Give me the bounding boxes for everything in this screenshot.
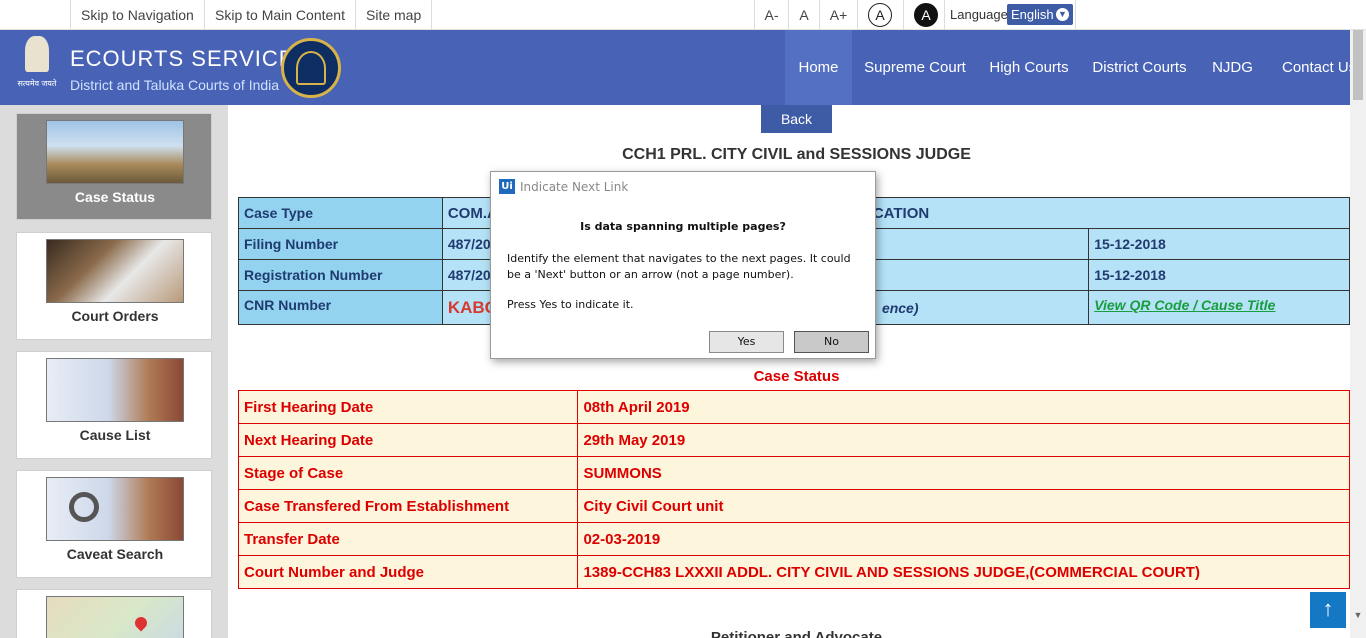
transfer-date-value: 02-03-2019 xyxy=(577,522,1350,556)
first-hearing-value: 08th April 2019 xyxy=(577,390,1350,424)
court-title: CCH1 PRL. CITY CIVIL and SESSIONS JUDGE xyxy=(622,146,971,163)
site-title: ECOURTS SERVICES xyxy=(70,46,311,71)
dialog-titlebar: Ui Indicate Next Link xyxy=(491,172,875,202)
sidebar-item-case-status[interactable]: Case Status xyxy=(16,113,212,220)
site-subtitle: District and Taluka Courts of India xyxy=(70,77,280,93)
court-number-value: 1389-CCH83 LXXXII ADDL. CITY CIVIL AND S… xyxy=(577,555,1350,589)
dialog-question: Is data spanning multiple pages? xyxy=(580,220,786,233)
case-status-table: First Hearing Date 08th April 2019 Next H… xyxy=(237,390,1350,589)
sidebar-item-court-orders[interactable]: Court Orders xyxy=(16,232,212,340)
stage-value: SUMMONS xyxy=(577,456,1350,490)
table-row: First Hearing Date 08th April 2019 xyxy=(237,390,1350,424)
stage-label: Stage of Case xyxy=(237,456,579,490)
dialog-body: Identify the element that navigates to t… xyxy=(507,252,851,281)
next-hearing-value: 29th May 2019 xyxy=(577,423,1350,457)
view-qr-code-link[interactable]: View QR Code / Cause Title xyxy=(1094,297,1275,313)
case-status-heading: Case Status xyxy=(753,368,840,385)
sidebar-item-cause-list[interactable]: Cause List xyxy=(16,351,212,459)
scrollbar-thumb[interactable] xyxy=(1353,30,1363,100)
site-map-link[interactable]: Site map xyxy=(355,0,433,30)
transfer-date-label: Transfer Date xyxy=(237,522,579,556)
sidebar-item-label: Case Status xyxy=(74,189,156,205)
sidebar-item-label: Court Orders xyxy=(71,308,159,324)
national-emblem-logo: सत्यमेव जयते xyxy=(16,36,58,96)
table-row: Case Transfered From Establishment City C… xyxy=(237,489,1350,523)
cause-list-image xyxy=(46,358,184,422)
sidebar-item-label: Caveat Search xyxy=(66,546,164,562)
scroll-to-top-button[interactable]: ↑ xyxy=(1310,592,1346,628)
font-normal-button[interactable]: A xyxy=(788,0,819,30)
dialog-instruction: Press Yes to indicate it. xyxy=(507,298,634,311)
divider xyxy=(857,0,858,30)
site-header: सत्यमेव जयते ECOURTS SERVICES District a… xyxy=(0,30,1366,105)
dialog-title: Indicate Next Link xyxy=(520,180,629,194)
divider xyxy=(944,0,945,30)
magnifier-icon xyxy=(69,492,99,522)
sidebar-item-label: Cause List xyxy=(79,427,151,443)
uipath-logo-icon: Ui xyxy=(499,179,515,194)
contrast-dark-button[interactable]: A xyxy=(914,3,938,27)
nav-high-courts[interactable]: High Courts xyxy=(982,30,1076,105)
view-qr-code-link-cell: View QR Code / Cause Title xyxy=(1088,290,1350,325)
case-type-label: Case Type xyxy=(238,197,443,229)
court-number-label: Court Number and Judge xyxy=(237,555,579,589)
yes-button[interactable]: Yes xyxy=(709,331,784,353)
chevron-down-icon: ▼ xyxy=(1056,8,1069,21)
court-orders-image xyxy=(46,239,184,303)
indicate-next-link-dialog: Ui Indicate Next Link Is data spanning m… xyxy=(490,171,876,359)
sidebar: Case Status Court Orders Cause List Cave… xyxy=(0,105,228,638)
emblem-motto: सत्यमेव जयते xyxy=(17,79,57,88)
skip-to-main-content-link[interactable]: Skip to Main Content xyxy=(204,0,355,30)
registration-date-value: 15-12-2018 xyxy=(1088,259,1350,291)
transferred-from-label: Case Transfered From Establishment xyxy=(237,489,579,523)
contrast-light-button[interactable]: A xyxy=(868,3,892,27)
first-hearing-label: First Hearing Date xyxy=(237,390,579,424)
divider xyxy=(1075,0,1076,30)
map-image xyxy=(46,596,184,638)
sidebar-item-caveat-search[interactable]: Caveat Search xyxy=(16,470,212,578)
skip-to-navigation-link[interactable]: Skip to Navigation xyxy=(70,0,204,30)
filing-date-value: 15-12-2018 xyxy=(1088,228,1350,260)
table-row: Stage of Case SUMMONS xyxy=(237,456,1350,490)
back-button[interactable]: Back xyxy=(761,105,832,133)
ecourts-seal-logo xyxy=(281,38,341,98)
divider xyxy=(903,0,904,30)
nav-contact-us[interactable]: Contact Us xyxy=(1274,30,1358,105)
no-button[interactable]: No xyxy=(794,331,869,353)
filing-number-label: Filing Number xyxy=(238,228,443,260)
table-row: Next Hearing Date 29th May 2019 xyxy=(237,423,1350,457)
font-decrease-button[interactable]: A- xyxy=(754,0,788,30)
page-scrollbar[interactable]: ▼ xyxy=(1350,30,1366,638)
case-status-image xyxy=(46,120,184,184)
cnr-number-label: CNR Number xyxy=(238,290,443,325)
registration-number-label: Registration Number xyxy=(238,259,443,291)
next-hearing-label: Next Hearing Date xyxy=(237,423,579,457)
table-row: Transfer Date 02-03-2019 xyxy=(237,522,1350,556)
accessibility-bar: Skip to Navigation Skip to Main Content … xyxy=(0,0,1366,30)
nav-njdg[interactable]: NJDG xyxy=(1204,30,1261,105)
language-label: Language xyxy=(950,7,1008,22)
petitioner-heading: Petitioner and Advocate xyxy=(710,629,883,638)
table-row: Court Number and Judge 1389-CCH83 LXXXII … xyxy=(237,555,1350,589)
nav-district-courts[interactable]: District Courts xyxy=(1086,30,1193,105)
language-value: English xyxy=(1011,7,1054,22)
caveat-search-image xyxy=(46,477,184,541)
nav-supreme-court[interactable]: Supreme Court xyxy=(855,30,975,105)
transferred-from-value: City Civil Court unit xyxy=(577,489,1350,523)
font-increase-button[interactable]: A+ xyxy=(819,0,857,30)
nav-home[interactable]: Home xyxy=(785,30,852,105)
sidebar-item-locate-court[interactable] xyxy=(16,589,212,638)
language-select[interactable]: English ▼ xyxy=(1007,4,1073,25)
map-pin-icon xyxy=(132,614,150,632)
arrow-up-icon: ↑ xyxy=(1322,596,1334,621)
chevron-down-icon[interactable]: ▼ xyxy=(1350,607,1366,623)
